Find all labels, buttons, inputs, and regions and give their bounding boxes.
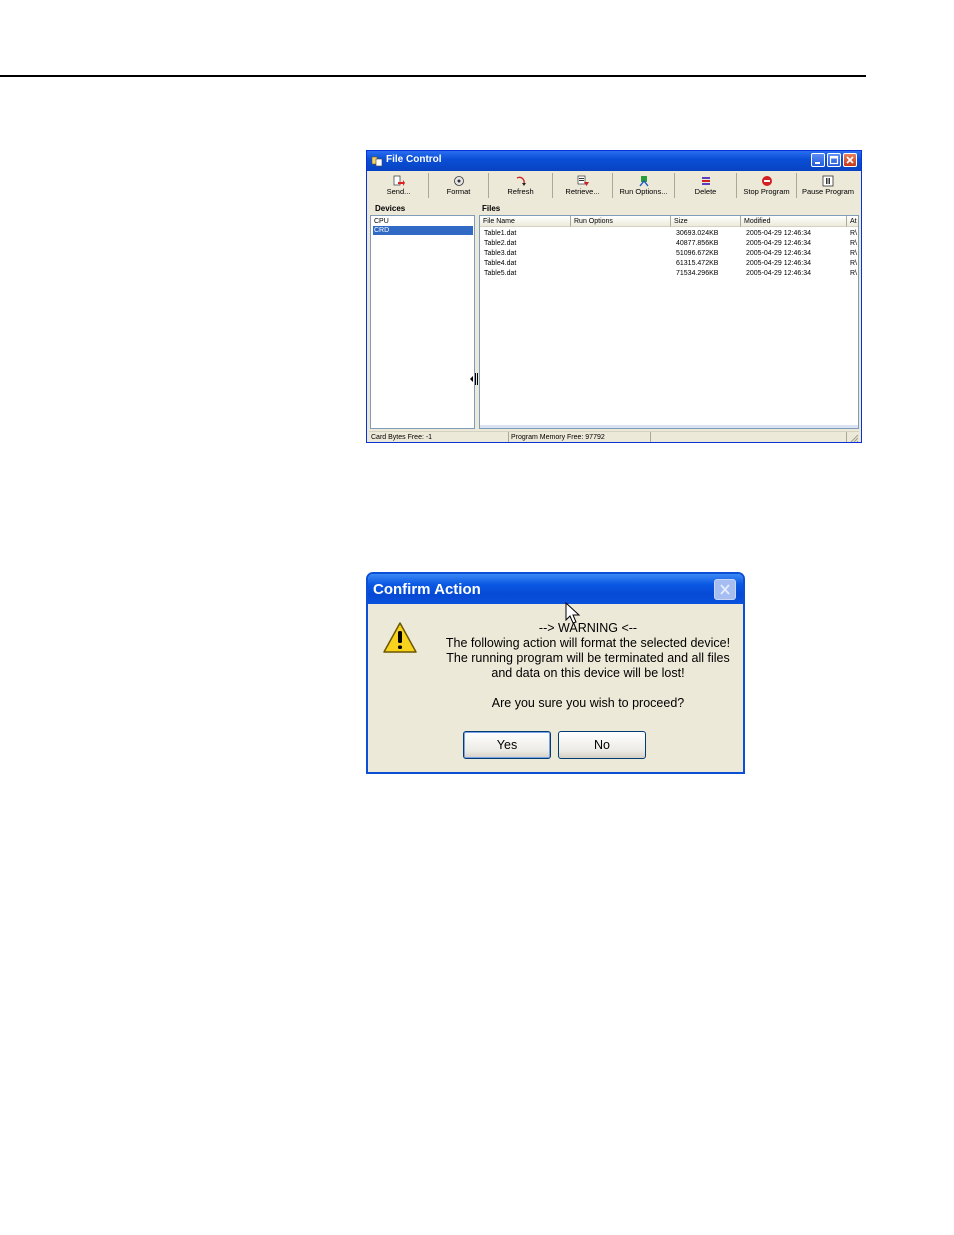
maximize-button[interactable] [827, 153, 841, 167]
file-name-cell: Table3.dat [484, 250, 517, 257]
pause-program-button[interactable]: Pause Program [797, 173, 859, 198]
file-attr-cell: R\ [850, 270, 857, 277]
format-button[interactable]: Format [429, 173, 489, 198]
file-control-window: File Control Send... Format Refresh Retr… [366, 150, 862, 443]
warning-heading: --> WARNING <-- [538, 621, 638, 635]
table-row[interactable]: Table2.dat 40877.856KB 2005-04-29 12:46:… [480, 239, 858, 249]
file-attr-cell: R\ [850, 240, 857, 247]
device-item-cpu[interactable]: CPU [373, 217, 389, 226]
run-options-button[interactable]: Run Options... [613, 173, 675, 198]
close-icon [846, 156, 854, 164]
status-bar: Card Bytes Free: -1 Program Memory Free:… [369, 431, 859, 443]
file-control-titlebar[interactable]: File Control [367, 151, 861, 171]
stop-program-button[interactable]: Stop Program [737, 173, 797, 198]
minimize-icon [815, 162, 820, 164]
resize-grip-icon[interactable] [849, 433, 859, 443]
send-button[interactable]: Send... [369, 173, 429, 198]
table-row[interactable]: Table5.dat 71534.296KB 2005-04-29 12:46:… [480, 269, 858, 279]
file-name-cell: Table5.dat [484, 270, 517, 277]
card-bytes-free-status: Card Bytes Free: -1 [369, 432, 509, 442]
devices-label: Devices [375, 204, 406, 213]
retrieve-button[interactable]: Retrieve... [553, 173, 613, 198]
file-size-cell: 51096.672KB [676, 250, 719, 257]
files-label: Files [482, 204, 501, 213]
stop-icon [761, 176, 772, 186]
mouse-pointer-icon [565, 602, 581, 624]
file-control-title: File Control [386, 154, 442, 165]
column-header-run-options[interactable]: Run Options [571, 216, 671, 227]
warning-icon [383, 622, 417, 653]
column-header-attributes[interactable]: At [847, 216, 858, 227]
minimize-button[interactable] [811, 153, 825, 167]
file-name-cell: Table4.dat [484, 260, 517, 267]
file-attr-cell: R\ [850, 250, 857, 257]
maximize-icon [829, 155, 839, 165]
confirm-titlebar[interactable]: Confirm Action [368, 574, 743, 604]
file-size-cell: 30693.024KB [676, 230, 719, 237]
file-attr-cell: R\ [850, 230, 857, 237]
devices-list[interactable]: CPU CRD [370, 215, 475, 429]
format-icon [453, 176, 464, 186]
pause-icon [822, 175, 834, 187]
close-icon [720, 584, 730, 595]
file-control-app-icon [371, 156, 383, 167]
message-line: The running program will be terminated a… [446, 651, 730, 665]
file-name-cell: Table1.dat [484, 230, 517, 237]
file-size-cell: 61315.472KB [676, 260, 719, 267]
file-size-cell: 71534.296KB [676, 270, 719, 277]
no-button[interactable]: No [558, 731, 646, 759]
refresh-icon [516, 176, 526, 186]
confirm-question: Are you sure you wish to proceed? [491, 696, 685, 710]
program-memory-free-status: Program Memory Free: 97792 [509, 432, 651, 442]
file-modified-cell: 2005-04-29 12:46:34 [746, 270, 811, 277]
file-size-cell: 40877.856KB [676, 240, 719, 247]
refresh-button[interactable]: Refresh [489, 173, 553, 198]
file-modified-cell: 2005-04-29 12:46:34 [746, 250, 811, 257]
column-header-file-name[interactable]: File Name [480, 216, 571, 227]
file-attr-cell: R\ [850, 260, 857, 267]
close-button[interactable] [843, 153, 857, 167]
file-modified-cell: 2005-04-29 12:46:34 [746, 230, 811, 237]
message-line: and data on this device will be lost! [491, 666, 685, 680]
message-line: The following action will format the sel… [445, 636, 731, 650]
confirm-message: --> WARNING <-- The following action wil… [428, 621, 743, 711]
yes-button[interactable]: Yes [463, 731, 551, 759]
column-header-modified[interactable]: Modified [741, 216, 847, 227]
table-row[interactable]: Table4.dat 61315.472KB 2005-04-29 12:46:… [480, 259, 858, 269]
file-control-toolbar: Send... Format Refresh Retrieve... Run O… [369, 173, 859, 199]
table-row[interactable]: Table3.dat 51096.672KB 2005-04-29 12:46:… [480, 249, 858, 259]
file-modified-cell: 2005-04-29 12:46:34 [746, 260, 811, 267]
run-options-icon [638, 176, 649, 187]
page-header-rule [0, 75, 866, 77]
table-row[interactable]: Table1.dat 30693.024KB 2005-04-29 12:46:… [480, 229, 858, 239]
confirm-close-button[interactable] [714, 579, 736, 600]
file-name-cell: Table2.dat [484, 240, 517, 247]
horizontal-scrollbar[interactable] [480, 425, 858, 428]
delete-button[interactable]: Delete [675, 173, 737, 198]
file-modified-cell: 2005-04-29 12:46:34 [746, 240, 811, 247]
confirm-title: Confirm Action [373, 581, 481, 598]
device-item-crd[interactable]: CRD [373, 226, 473, 235]
send-icon [393, 175, 405, 186]
retrieve-icon [577, 175, 589, 186]
files-list[interactable]: File Name Run Options Size Modified At T… [479, 215, 859, 429]
status-pane-empty [651, 432, 847, 442]
delete-icon [701, 177, 710, 185]
column-header-size[interactable]: Size [671, 216, 741, 227]
confirm-action-dialog: Confirm Action --> WARNING <-- The follo… [366, 572, 745, 774]
